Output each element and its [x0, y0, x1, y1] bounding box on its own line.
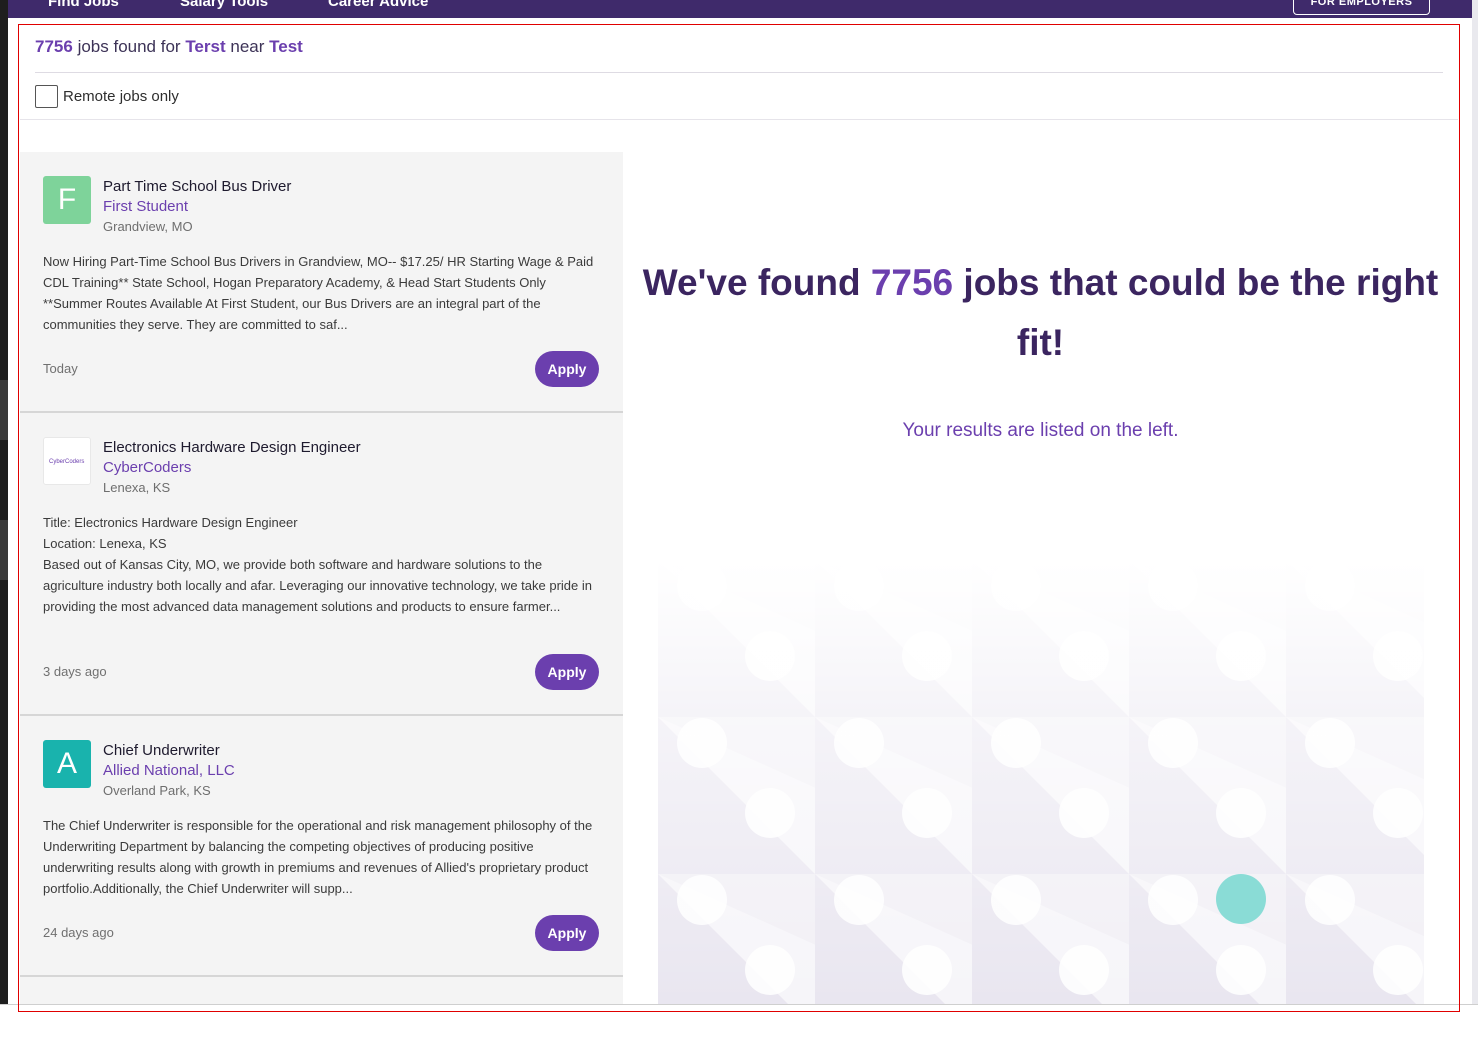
search-location: Test: [269, 37, 303, 56]
heading-suffix: jobs that could be the right fit!: [963, 262, 1439, 363]
heading-prefix: We've found: [642, 262, 861, 303]
job-location: Grandview, MO: [103, 219, 193, 234]
results-summary-heading: We've found 7756 jobs that could be the …: [623, 253, 1458, 373]
search-query: Terst: [185, 37, 226, 56]
results-count: 7756 jobs found for Terst near Test: [35, 37, 303, 57]
nav-link-career-advice[interactable]: Career Advice: [328, 0, 428, 10]
job-card[interactable]: F Part Time School Bus Driver First Stud…: [20, 152, 623, 413]
job-location: Overland Park, KS: [103, 783, 211, 798]
apply-button[interactable]: Apply: [535, 654, 599, 690]
apply-button[interactable]: Apply: [535, 351, 599, 387]
top-navigation: Find Jobs Salary Tools Career Advice FOR…: [8, 0, 1472, 18]
job-card-partial[interactable]: [20, 977, 623, 1004]
job-title[interactable]: Part Time School Bus Driver: [103, 178, 291, 195]
results-count-text: jobs found for: [77, 37, 181, 56]
edge-mark: [0, 380, 8, 440]
desktop-edge-left: [0, 0, 8, 1004]
job-posted-date: Today: [43, 361, 78, 376]
apply-button[interactable]: Apply: [535, 915, 599, 951]
job-list: F Part Time School Bus Driver First Stud…: [20, 152, 623, 1004]
results-count-number: 7756: [35, 37, 73, 56]
heading-count: 7756: [870, 262, 954, 303]
teal-dot: [1216, 874, 1266, 924]
job-card[interactable]: A Chief Underwriter Allied National, LLC…: [20, 716, 623, 977]
company-logo: CyberCoders: [43, 437, 91, 485]
results-header: 7756 jobs found for Terst near Test Remo…: [20, 25, 1458, 120]
job-card[interactable]: CyberCoders Electronics Hardware Design …: [20, 413, 623, 716]
job-description: Title: Electronics Hardware Design Engin…: [43, 515, 592, 614]
logo-letter: F: [57, 183, 77, 216]
divider: [35, 72, 1443, 73]
company-logo: A: [43, 740, 91, 788]
job-company[interactable]: First Student: [103, 198, 188, 215]
job-company[interactable]: CyberCoders: [103, 459, 191, 476]
results-summary-subtext: Your results are listed on the left.: [902, 420, 1179, 441]
results-near-text: near: [230, 37, 265, 56]
page: Find Jobs Salary Tools Career Advice FOR…: [0, 0, 1478, 1037]
job-title[interactable]: Electronics Hardware Design Engineer: [103, 439, 361, 456]
company-logo: F: [43, 176, 91, 224]
remote-filter: Remote jobs only: [35, 85, 179, 108]
job-posted-date: 3 days ago: [43, 664, 107, 679]
job-location: Lenexa, KS: [103, 480, 171, 495]
job-description: Now Hiring Part-Time School Bus Drivers …: [43, 254, 594, 332]
remote-jobs-checkbox[interactable]: [35, 85, 58, 108]
desktop-edge-right: [1472, 0, 1478, 1004]
nav-link-salary-tools[interactable]: Salary Tools: [180, 0, 268, 10]
remote-jobs-label[interactable]: Remote jobs only: [63, 88, 179, 105]
logo-letter: A: [56, 747, 77, 780]
window-bottom-edge: [0, 1004, 1478, 1037]
job-company[interactable]: Allied National, LLC: [103, 762, 235, 779]
for-employers-button[interactable]: FOR EMPLOYERS: [1293, 0, 1430, 15]
nav-link-find-jobs[interactable]: Find Jobs: [48, 0, 119, 10]
job-title[interactable]: Chief Underwriter: [103, 742, 220, 759]
job-description: The Chief Underwriter is responsible for…: [43, 818, 593, 896]
job-posted-date: 24 days ago: [43, 925, 114, 940]
results-summary-panel: We've found 7756 jobs that could be the …: [623, 120, 1458, 1004]
decorative-pattern: [658, 560, 1424, 1004]
edge-mark: [0, 520, 8, 580]
cybercoders-logo-mark: CyberCoders: [49, 459, 85, 465]
